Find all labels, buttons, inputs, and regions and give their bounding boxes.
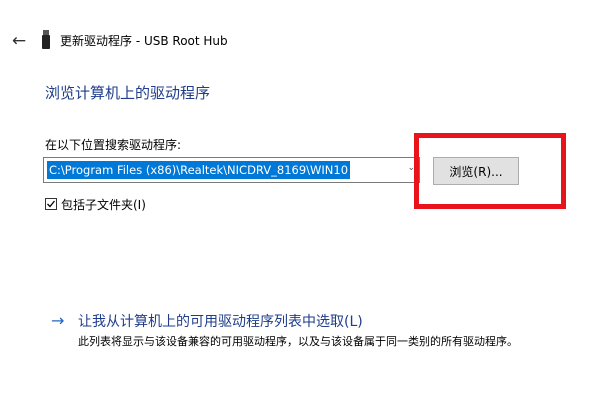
search-location-label: 在以下位置搜索驱动程序: (45, 138, 182, 152)
usb-device-icon (42, 30, 50, 49)
pick-from-list-link[interactable]: 让我从计算机上的可用驱动程序列表中选取(L) (78, 311, 363, 331)
include-subfolders-checkbox[interactable] (45, 198, 57, 210)
title-bar: ← 更新驱动程序 - USB Root Hub (0, 0, 600, 80)
back-arrow-icon: ← (11, 31, 27, 51)
driver-path-combobox[interactable]: C:\Program Files (x86)\Realtek\NICDRV_81… (43, 157, 420, 183)
driver-path-value[interactable]: C:\Program Files (x86)\Realtek\NICDRV_81… (47, 161, 351, 179)
back-button[interactable]: ← (8, 30, 30, 52)
arrow-right-icon[interactable]: → (51, 311, 64, 330)
checkmark-icon (47, 200, 56, 208)
include-subfolders-label[interactable]: 包括子文件夹(I) (61, 196, 146, 213)
highlight-annotation (414, 133, 566, 209)
page-title: 浏览计算机上的驱动程序 (45, 84, 211, 102)
pick-from-list-description: 此列表将显示与该设备兼容的可用驱动程序，以及与该设备属于同一类别的所有驱动程序。 (78, 335, 518, 348)
window-title: 更新驱动程序 - USB Root Hub (60, 34, 228, 48)
